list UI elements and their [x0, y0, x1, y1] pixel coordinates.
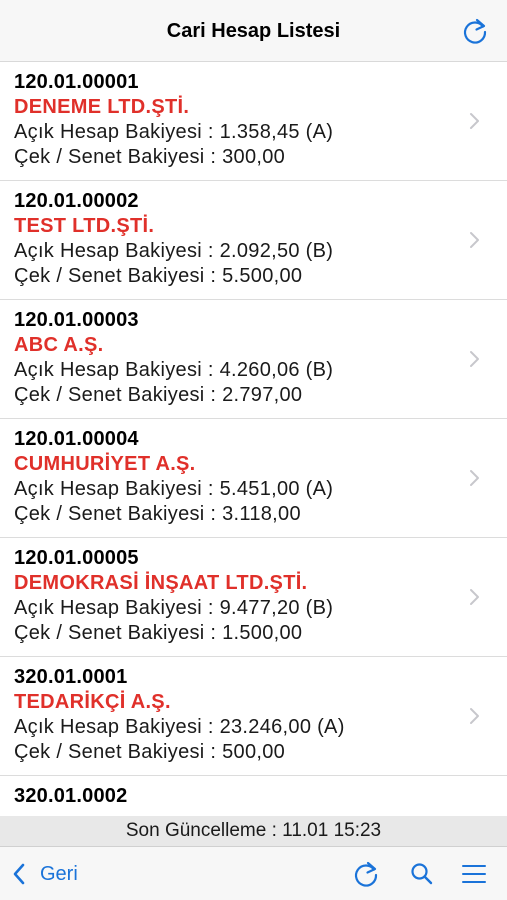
account-code: 120.01.00002	[14, 190, 139, 212]
open-balance: Açık Hesap Bakiyesi : 4.260,06 (B)	[14, 359, 334, 381]
check-balance: Çek / Senet Bakiyesi : 3.118,00	[14, 503, 301, 525]
account-name: ABC A.Ş.	[14, 334, 104, 356]
account-code: 320.01.0001	[14, 666, 128, 688]
open-balance: Açık Hesap Bakiyesi : 2.092,50 (B)	[14, 240, 334, 262]
check-balance: Çek / Senet Bakiyesi : 300,00	[14, 146, 286, 168]
back-label: Geri	[40, 862, 78, 885]
account-row[interactable]: 320.01.0001 TEDARİKÇİ A.Ş. Açık Hesap Ba…	[0, 657, 507, 776]
account-row[interactable]: 120.01.00003 ABC A.Ş. Açık Hesap Bakiyes…	[0, 300, 507, 419]
screen: Cari Hesap Listesi 120.01.00001 DENEME L…	[0, 0, 507, 900]
chevron-left-icon	[13, 863, 25, 885]
chevron-right-icon	[470, 351, 479, 367]
account-name: TEST LTD.ŞTİ.	[14, 215, 155, 237]
bottom-toolbar: Geri	[0, 846, 507, 900]
chevron-right-icon	[470, 232, 479, 248]
account-list: 120.01.00001 DENEME LTD.ŞTİ. Açık Hesap …	[0, 62, 507, 816]
account-code: 120.01.00003	[14, 309, 139, 331]
chevron-right-icon	[470, 113, 479, 129]
account-row[interactable]: 320.01.0002	[0, 776, 507, 816]
refresh-icon[interactable]	[352, 860, 380, 888]
account-code: 320.01.0002	[14, 785, 128, 807]
open-balance: Açık Hesap Bakiyesi : 5.451,00 (A)	[14, 478, 334, 500]
check-balance: Çek / Senet Bakiyesi : 5.500,00	[14, 265, 303, 287]
account-code: 120.01.00001	[14, 71, 139, 93]
check-balance: Çek / Senet Bakiyesi : 1.500,00	[14, 622, 303, 644]
open-balance: Açık Hesap Bakiyesi : 1.358,45 (A)	[14, 121, 334, 143]
account-row[interactable]: 120.01.00004 CUMHURİYET A.Ş. Açık Hesap …	[0, 419, 507, 538]
account-code: 120.01.00005	[14, 547, 139, 569]
account-row[interactable]: 120.01.00005 DEMOKRASİ İNŞAAT LTD.ŞTİ. A…	[0, 538, 507, 657]
open-balance: Açık Hesap Bakiyesi : 23.246,00 (A)	[14, 716, 345, 738]
chevron-right-icon	[470, 708, 479, 724]
check-balance: Çek / Senet Bakiyesi : 500,00	[14, 741, 286, 763]
check-balance: Çek / Senet Bakiyesi : 2.797,00	[14, 384, 303, 406]
account-row[interactable]: 120.01.00002 TEST LTD.ŞTİ. Açık Hesap Ba…	[0, 181, 507, 300]
account-name: CUMHURİYET A.Ş.	[14, 453, 196, 475]
account-name: TEDARİKÇİ A.Ş.	[14, 691, 171, 713]
account-row[interactable]: 120.01.00001 DENEME LTD.ŞTİ. Açık Hesap …	[0, 62, 507, 181]
back-button[interactable]: Geri	[12, 857, 78, 891]
menu-icon[interactable]	[460, 860, 488, 888]
refresh-icon[interactable]	[461, 17, 489, 45]
page-title: Cari Hesap Listesi	[166, 20, 341, 42]
navigation-bar: Cari Hesap Listesi	[0, 0, 507, 62]
chevron-right-icon	[470, 470, 479, 486]
account-name: DENEME LTD.ŞTİ.	[14, 96, 190, 118]
open-balance: Açık Hesap Bakiyesi : 9.477,20 (B)	[14, 597, 334, 619]
search-icon[interactable]	[408, 860, 436, 888]
account-name: DEMOKRASİ İNŞAAT LTD.ŞTİ.	[14, 572, 308, 594]
chevron-right-icon	[470, 589, 479, 605]
last-update-status: Son Güncelleme : 11.01 15:23	[0, 816, 507, 846]
account-code: 120.01.00004	[14, 428, 139, 450]
